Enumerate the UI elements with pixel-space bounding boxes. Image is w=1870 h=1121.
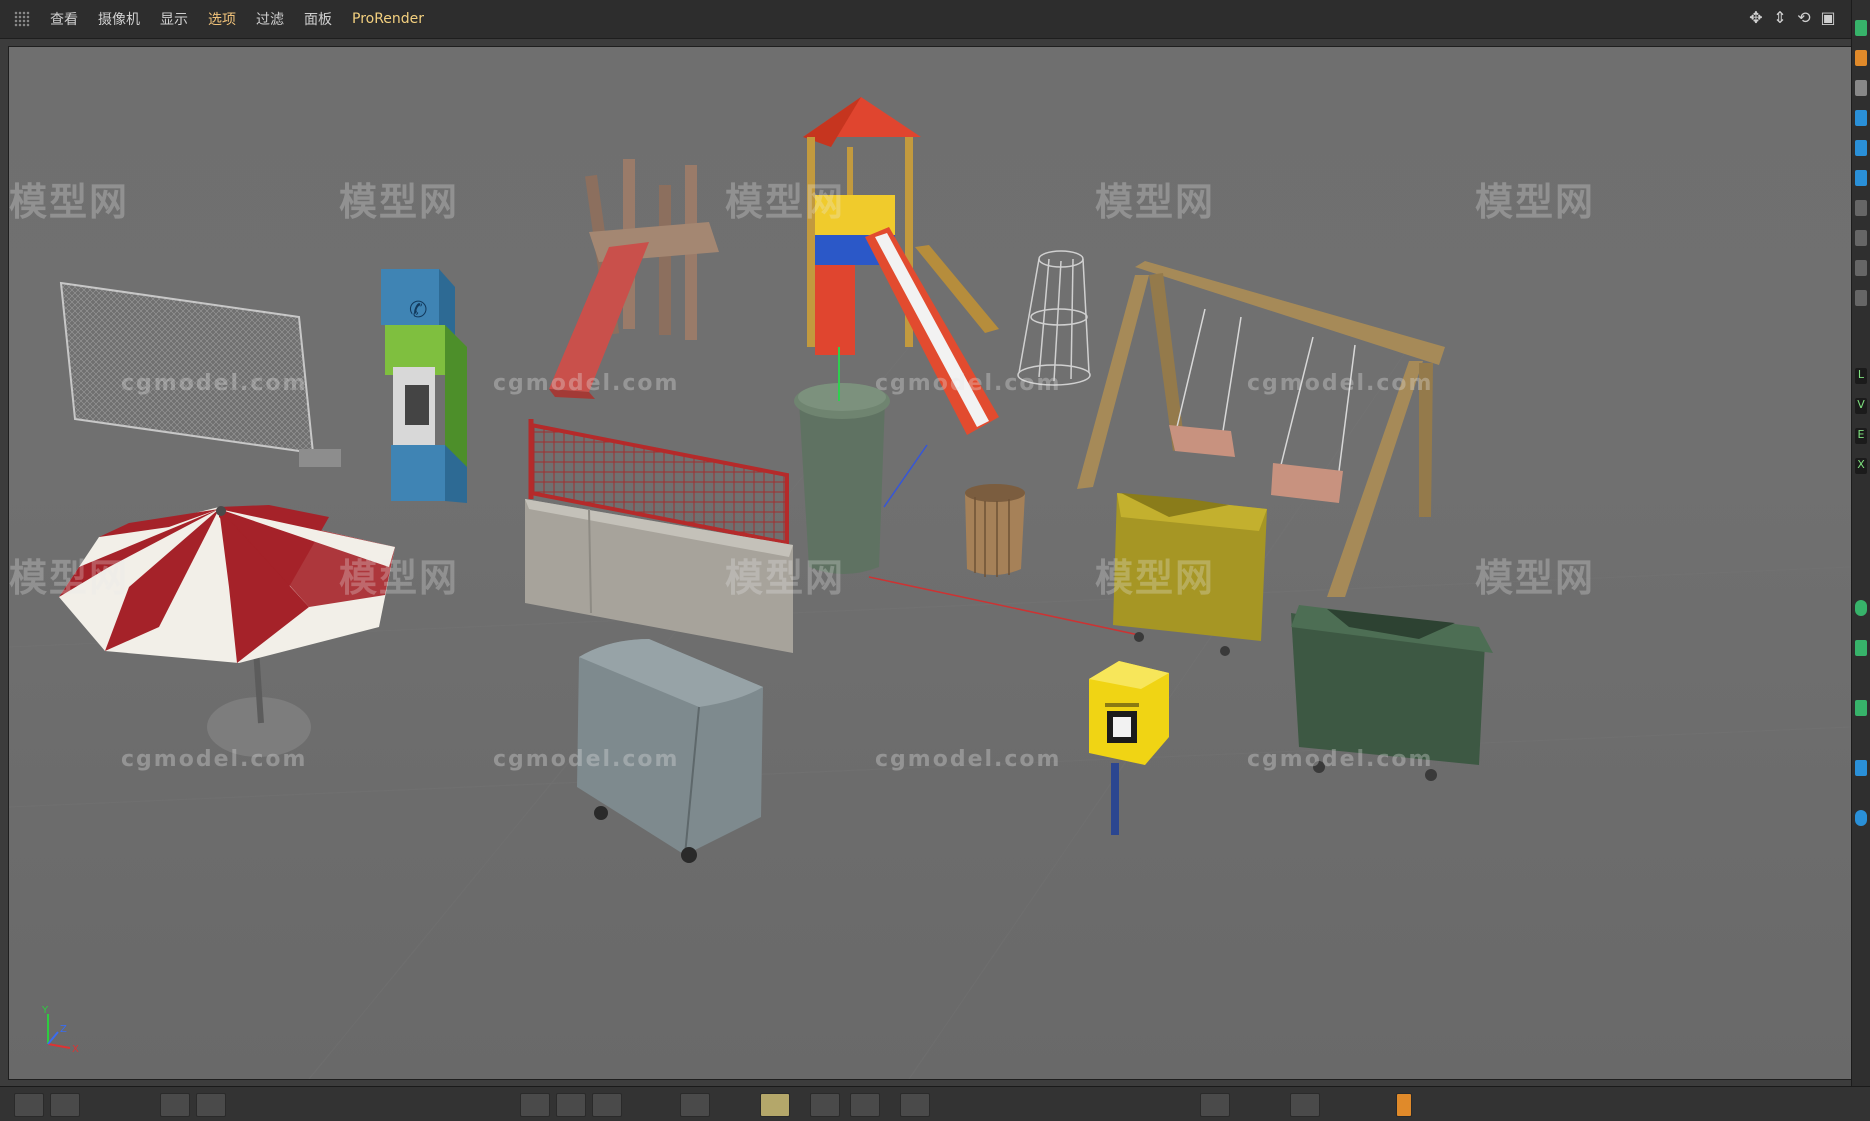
watermark-brand: 模型网 xyxy=(339,180,460,224)
watermark-brand: 模型网 xyxy=(9,180,130,224)
tool-icon[interactable] xyxy=(1855,80,1867,96)
toolbar-button[interactable] xyxy=(520,1093,550,1117)
menu-panel[interactable]: 面板 xyxy=(294,9,342,29)
menu-list: 查看 摄像机 显示 选项 过滤 面板 ProRender xyxy=(40,0,434,38)
viewport-nav-icons: ✥ ⇕ ⟲ ▣ xyxy=(1746,8,1838,28)
tool-icon[interactable] xyxy=(1855,230,1867,246)
tool-icon[interactable] xyxy=(1855,600,1867,616)
toolbar-button[interactable] xyxy=(592,1093,622,1117)
axis-gizmo: Y Z X xyxy=(41,1005,79,1054)
tool-icon[interactable] xyxy=(1855,760,1867,776)
watermark-brand: 模型网 xyxy=(1475,556,1596,600)
phone-booth-model[interactable]: ✆ xyxy=(381,269,467,503)
toolbar-button[interactable] xyxy=(680,1093,710,1117)
toolbar-button[interactable] xyxy=(160,1093,190,1117)
menu-camera[interactable]: 摄像机 xyxy=(88,9,150,29)
tool-icon[interactable] xyxy=(1855,20,1867,36)
watermark-brand: 模型网 xyxy=(1095,556,1216,600)
z-axis-line xyxy=(883,444,928,508)
toolbar-button[interactable] xyxy=(14,1093,44,1117)
watermark-site: cgmodel.com xyxy=(493,371,680,396)
menu-display[interactable]: 显示 xyxy=(150,9,198,29)
layer-letter-e[interactable]: E xyxy=(1855,428,1867,444)
watermark-brand: 模型网 xyxy=(1475,180,1596,224)
grip-handle-icon[interactable] xyxy=(14,11,30,27)
axis-x-label: X xyxy=(72,1044,79,1054)
menu-view[interactable]: 查看 xyxy=(40,9,88,29)
rotate-icon[interactable]: ⟲ xyxy=(1794,8,1814,28)
mailbox-model[interactable] xyxy=(1089,661,1169,835)
layer-letter-l[interactable]: L xyxy=(1855,368,1867,384)
watermark-site: cgmodel.com xyxy=(121,747,308,772)
scale-icon[interactable]: ⇕ xyxy=(1770,8,1790,28)
tool-icon[interactable] xyxy=(1855,110,1867,126)
watermark-site: cgmodel.com xyxy=(875,371,1062,396)
tool-icon[interactable] xyxy=(1855,640,1867,656)
move-icon[interactable]: ✥ xyxy=(1746,8,1766,28)
toolbar-button[interactable] xyxy=(1396,1093,1412,1117)
axis-z-label: Z xyxy=(60,1024,67,1035)
wooden-bin-model[interactable] xyxy=(965,484,1025,577)
watermark-brand: 模型网 xyxy=(725,180,846,224)
toolbar-button[interactable] xyxy=(556,1093,586,1117)
right-tool-strip: L V E X xyxy=(1851,0,1870,1120)
toolbar-button[interactable] xyxy=(810,1093,840,1117)
svg-text:✆: ✆ xyxy=(409,298,427,323)
bottom-toolbar xyxy=(0,1086,1870,1121)
layer-letter-v[interactable]: V xyxy=(1855,398,1867,414)
wooden-slide-model[interactable] xyxy=(549,159,719,399)
watermark-brand: 模型网 xyxy=(339,556,460,600)
maximize-icon[interactable]: ▣ xyxy=(1818,8,1838,28)
watermark-site: cgmodel.com xyxy=(1247,747,1434,772)
tool-icon[interactable] xyxy=(1855,200,1867,216)
watermark-site: cgmodel.com xyxy=(121,371,308,396)
menu-options[interactable]: 选项 xyxy=(198,9,246,29)
watermark-site: cgmodel.com xyxy=(875,747,1062,772)
viewport-menu-bar: 查看 摄像机 显示 选项 过滤 面板 ProRender ✥ ⇕ ⟲ ▣ xyxy=(0,0,1870,39)
watermark-brand: 模型网 xyxy=(1095,180,1216,224)
tool-icon[interactable] xyxy=(1855,700,1867,716)
striped-parasol-model[interactable] xyxy=(59,505,395,757)
toolbar-button[interactable] xyxy=(1290,1093,1320,1117)
toolbar-button[interactable] xyxy=(850,1093,880,1117)
tool-icon[interactable] xyxy=(1855,260,1867,276)
layer-letter-x[interactable]: X xyxy=(1855,458,1867,474)
axis-y-label: Y xyxy=(41,1005,49,1016)
toolbar-button[interactable] xyxy=(900,1093,930,1117)
tool-icon[interactable] xyxy=(1855,50,1867,66)
tool-icon[interactable] xyxy=(1855,290,1867,306)
watermark-brand: 模型网 xyxy=(9,556,130,600)
toolbar-button[interactable] xyxy=(196,1093,226,1117)
wire-basket-model[interactable] xyxy=(1017,250,1091,386)
c4d-app-window: 查看 摄像机 显示 选项 过滤 面板 ProRender ✥ ⇕ ⟲ ▣ ✆ 模… xyxy=(0,0,1870,1121)
watermark-site: cgmodel.com xyxy=(493,747,680,772)
tool-icon[interactable] xyxy=(1855,170,1867,186)
watermark-site: cgmodel.com xyxy=(1247,371,1434,396)
3d-viewport[interactable]: ✆ 模型网 模型网 模型网 模型网 模型网 模型网 模型网 模型网 模型网 模型… xyxy=(8,46,1852,1080)
toolbar-button[interactable] xyxy=(50,1093,80,1117)
watermark-brand: 模型网 xyxy=(725,556,846,600)
menu-prorender[interactable]: ProRender xyxy=(342,11,434,27)
tool-icon[interactable] xyxy=(1855,810,1867,826)
menu-filter[interactable]: 过滤 xyxy=(246,9,294,29)
toolbar-button[interactable] xyxy=(1200,1093,1230,1117)
barrier-with-railing-model[interactable] xyxy=(525,419,793,653)
tool-icon[interactable] xyxy=(1855,140,1867,156)
toolbar-button-active[interactable] xyxy=(760,1093,790,1117)
